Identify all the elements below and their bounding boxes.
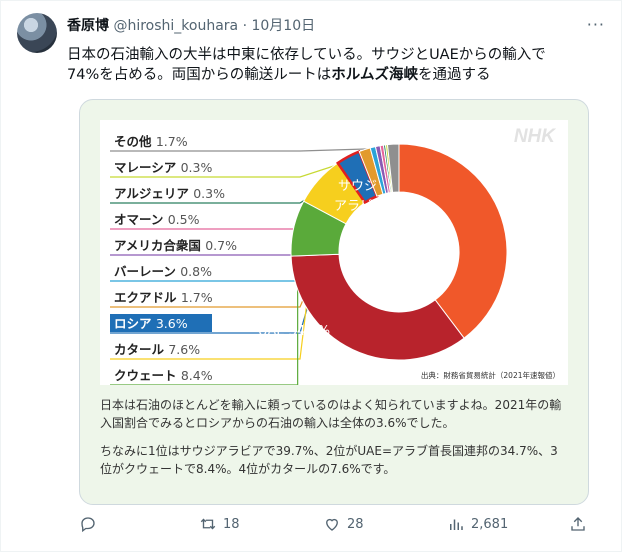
post-date[interactable]: 10月10日 (251, 18, 315, 34)
separator: · (242, 18, 248, 34)
tweet-text-part: を通過する (417, 67, 491, 83)
more-icon[interactable]: ··· (587, 15, 605, 34)
reply-icon (81, 517, 95, 533)
legend-label: ロシア 3.6% (114, 316, 188, 331)
like-button[interactable]: 28 (323, 515, 364, 533)
legend-label: カタール 7.6% (114, 342, 200, 357)
reply-button[interactable] (79, 515, 103, 533)
legend-label: マレーシア 0.3% (114, 160, 212, 175)
like-count: 28 (347, 516, 364, 532)
share-button[interactable] (569, 515, 587, 533)
author-handle[interactable]: @hiroshi_kouhara (113, 18, 238, 34)
retweet-icon (200, 518, 216, 530)
tweet-text-part: 74%を占める。両国からの輸送ルートは (67, 67, 332, 83)
legend-label: アルジェリア 0.3% (114, 186, 225, 201)
caption-line: ちなみに1位はサウジアラビアで39.7%、2位がUAE=アラブ首長国連邦の34.… (100, 444, 558, 458)
tweet-header: 香原博 @hiroshi_kouhara · 10月10日 (67, 17, 315, 35)
watermark: NHK (514, 126, 556, 147)
retweet-count: 18 (223, 516, 240, 532)
tweet-text: 日本の石油輸入の大半は中東に依存している。サウジとUAEからの輸入で 74%を占… (67, 45, 607, 85)
retweet-button[interactable]: 18 (199, 515, 240, 533)
donut-chart: その他 1.7% マレーシア 0.3% アルジェリア 0.3% オマーン 0.5% アメ… (100, 120, 568, 386)
legend-label: その他 1.7% (114, 134, 188, 149)
tweet-text-line2: 74%を占める。両国からの輸送ルートはホルムズ海峡を通過する (67, 65, 607, 85)
legend-label: アメリカ合衆国 0.7% (114, 238, 237, 253)
tweet-text-line1: 日本の石油輸入の大半は中東に依存している。サウジとUAEからの輸入で (67, 47, 546, 63)
caption-line: 日本は石油のほとんどを輸入に頼っているのはよく知られていますよね。2021年の輸 (100, 398, 562, 412)
source-note: 出典：財務省貿易統計（2021年速報値） (421, 370, 560, 380)
tweet: 香原博 @hiroshi_kouhara · 10月10日 ··· 日本の石油輸… (0, 0, 622, 552)
share-icon (571, 517, 585, 531)
legend-label: クウェート 8.4% (114, 368, 213, 383)
media-card[interactable]: その他 1.7% マレーシア 0.3% アルジェリア 0.3% オマーン 0.5% アメ… (79, 99, 589, 505)
like-icon (326, 518, 338, 531)
caption-line: 位がクウェートで8.4%。4位がカタールの7.6%です。 (100, 462, 396, 476)
avatar[interactable] (17, 13, 57, 53)
saudi-label-line1: サウジ (338, 179, 377, 194)
legend-label: オマーン 0.5% (114, 212, 200, 227)
views-icon (450, 519, 463, 530)
views-count: 2,681 (471, 516, 509, 532)
action-bar: 18 28 2,681 (67, 515, 597, 539)
tweet-text-bold: ホルムズ海峡 (331, 67, 418, 83)
saudi-label-value: 39.7% (358, 219, 399, 234)
saudi-label-line2: アラビア (334, 199, 386, 214)
caption-line: 入国割合でみるとロシアからの石油の輸入は全体の3.6%でした。 (100, 416, 455, 430)
uae-label: UAE 34.7% (258, 324, 330, 339)
author-name[interactable]: 香原博 (67, 18, 109, 34)
legend-label: バーレーン 0.8% (114, 264, 212, 279)
views-button[interactable]: 2,681 (447, 515, 508, 533)
legend-label: エクアドル 1.7% (114, 290, 213, 305)
chart-image: その他 1.7% マレーシア 0.3% アルジェリア 0.3% オマーン 0.5% アメ… (100, 120, 568, 386)
